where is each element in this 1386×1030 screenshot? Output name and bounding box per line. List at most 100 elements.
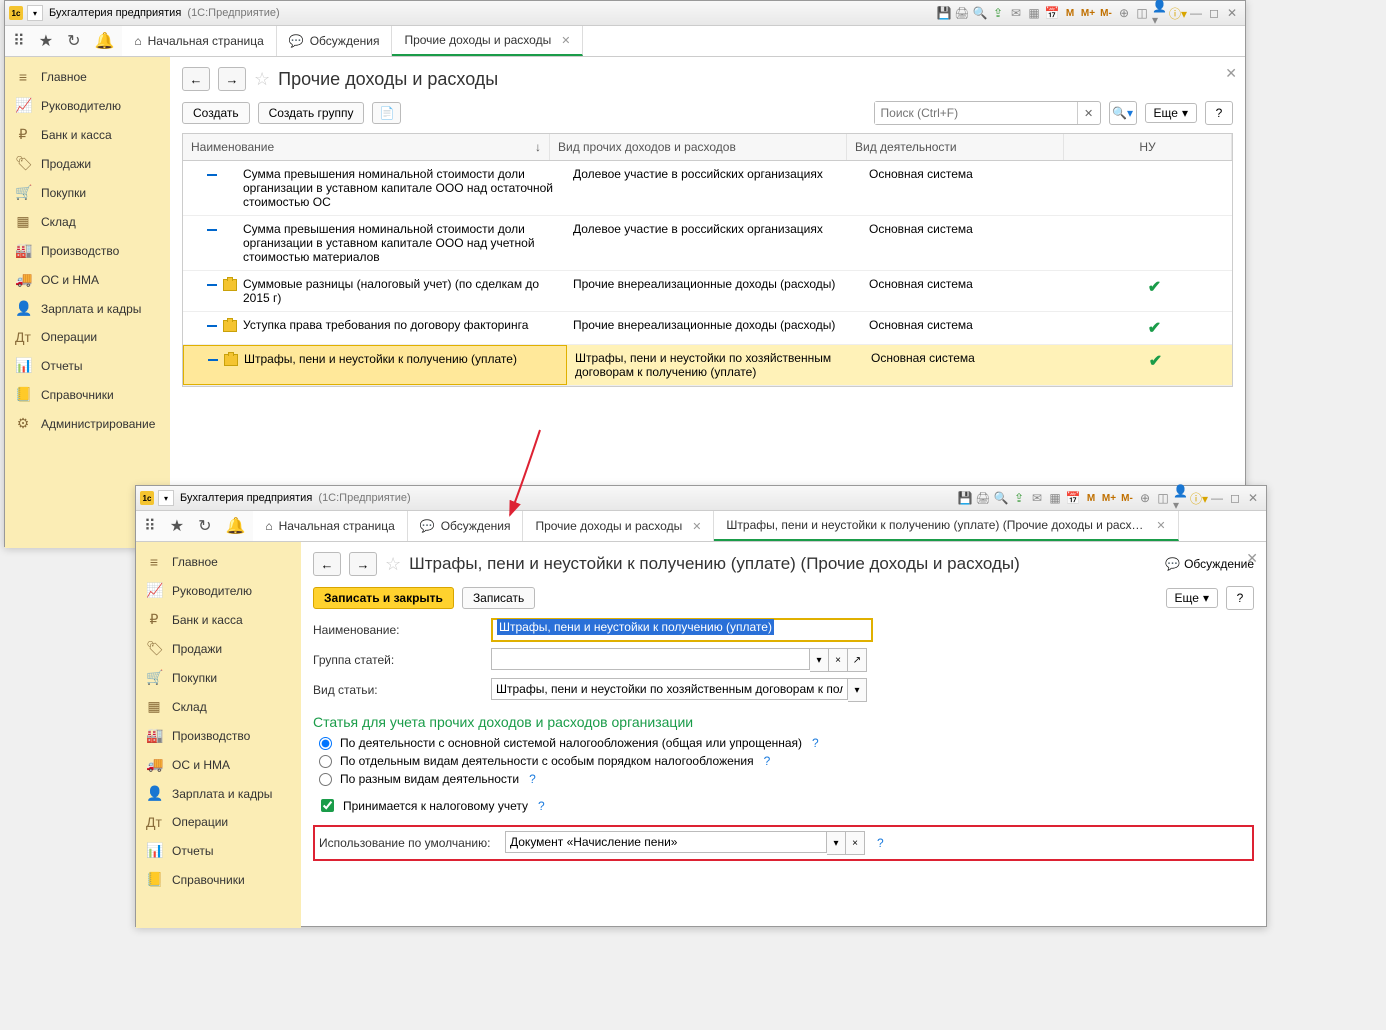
copy-button[interactable]: 📄 — [372, 102, 401, 124]
tab-item[interactable]: Штрафы, пени и неустойки к получению (уп… — [714, 511, 1178, 541]
table-row[interactable]: Уступка права требования по договору фак… — [183, 312, 1232, 345]
name-input[interactable]: Штрафы, пени и неустойки к получению (уп… — [491, 618, 873, 642]
mplus-icon[interactable]: M+ — [1080, 5, 1096, 21]
help-icon[interactable]: ? — [538, 799, 545, 813]
table-row[interactable]: Сумма превышения номинальной стоимости д… — [183, 216, 1232, 271]
open-icon[interactable]: ↗ — [848, 648, 867, 672]
group-input[interactable] — [491, 648, 810, 670]
user-icon[interactable]: 👤▾ — [1173, 490, 1189, 506]
tab-close-icon[interactable]: ✕ — [561, 34, 570, 47]
favorite-star-icon[interactable]: ☆ — [385, 554, 401, 575]
nav-fwd-button[interactable]: → — [349, 552, 377, 576]
sidebar-item[interactable]: 👤Зарплата и кадры — [5, 294, 170, 323]
zoom-icon[interactable]: ⊕ — [1116, 5, 1132, 21]
sidebar-item[interactable]: 🚚ОС и НМА — [5, 265, 170, 294]
apps-icon[interactable]: ⠿ — [144, 516, 156, 536]
minimize-icon[interactable]: — — [1188, 5, 1204, 21]
mminus-icon[interactable]: M- — [1119, 490, 1135, 506]
sidebar-item[interactable]: 🏷Продажи — [5, 149, 170, 178]
m-icon[interactable]: M — [1083, 490, 1099, 506]
mplus-icon[interactable]: M+ — [1101, 490, 1117, 506]
page-close-icon[interactable]: ✕ — [1246, 550, 1258, 567]
sidebar-item[interactable]: 📊Отчеты — [136, 836, 301, 865]
nu-checkbox[interactable] — [321, 799, 334, 812]
tb-icon-msg[interactable]: ✉ — [1029, 490, 1045, 506]
kind-input[interactable] — [491, 678, 848, 700]
clear-icon[interactable]: × — [846, 831, 865, 855]
save-button[interactable]: Записать — [462, 587, 535, 609]
tab-other-income[interactable]: Прочие доходы и расходы ✕ — [392, 26, 583, 56]
sidebar-item[interactable]: 📒Справочники — [136, 865, 301, 894]
tb-icon-grid[interactable]: ▦ — [1026, 5, 1042, 21]
sidebar-item[interactable]: ≡Главное — [5, 63, 170, 91]
sidebar-item[interactable]: ⚙Администрирование — [5, 409, 170, 438]
user-icon[interactable]: 👤▾ — [1152, 5, 1168, 21]
m-icon[interactable]: M — [1062, 5, 1078, 21]
clear-icon[interactable]: × — [829, 648, 848, 672]
search-input[interactable] — [875, 102, 1077, 124]
sidebar-item[interactable]: 📈Руководителю — [136, 576, 301, 605]
save-close-button[interactable]: Записать и закрыть — [313, 587, 454, 609]
tab-list[interactable]: Прочие доходы и расходы ✕ — [523, 511, 714, 541]
table-row[interactable]: Суммовые разницы (налоговый учет) (по сд… — [183, 271, 1232, 312]
sidebar-item[interactable]: 👤Зарплата и кадры — [136, 779, 301, 808]
radio-main[interactable] — [319, 737, 332, 750]
mminus-icon[interactable]: M- — [1098, 5, 1114, 21]
tb-icon-preview[interactable]: 🔍 — [972, 5, 988, 21]
sidebar-item[interactable]: ▦Склад — [5, 207, 170, 236]
table-row[interactable]: Сумма превышения номинальной стоимости д… — [183, 161, 1232, 216]
tab-close-icon[interactable]: ✕ — [1156, 519, 1165, 532]
maximize-icon[interactable]: ◻ — [1206, 5, 1222, 21]
history-icon[interactable]: ↻ — [198, 516, 211, 536]
tb-icon-msg[interactable]: ✉ — [1008, 5, 1024, 21]
calendar-icon[interactable]: 📅 — [1044, 5, 1060, 21]
close-icon[interactable]: ✕ — [1224, 5, 1240, 21]
tb-icon-preview[interactable]: 🔍 — [993, 490, 1009, 506]
panel-icon[interactable]: ◫ — [1134, 5, 1150, 21]
sidebar-item[interactable]: 🏭Производство — [136, 721, 301, 750]
default-input[interactable] — [505, 831, 827, 853]
create-group-button[interactable]: Создать группу — [258, 102, 365, 124]
bell-icon[interactable]: 🔔 — [225, 516, 245, 536]
help-button[interactable]: ? — [1205, 101, 1233, 125]
nav-back-button[interactable]: ← — [313, 552, 341, 576]
info-icon[interactable]: ⓘ▾ — [1170, 5, 1186, 21]
sidebar-item[interactable]: 📊Отчеты — [5, 351, 170, 380]
sidebar-item[interactable]: ₽Банк и касса — [136, 605, 301, 634]
calendar-icon[interactable]: 📅 — [1065, 490, 1081, 506]
star-icon[interactable]: ★ — [170, 516, 184, 536]
help-button[interactable]: ? — [1226, 586, 1254, 610]
more-button[interactable]: Еще▾ — [1166, 588, 1218, 608]
app-menu-dropdown[interactable]: ▾ — [158, 490, 174, 506]
radio-various[interactable] — [319, 773, 332, 786]
app-menu-dropdown[interactable]: ▾ — [27, 5, 43, 21]
sidebar-item[interactable]: 🏭Производство — [5, 236, 170, 265]
page-close-icon[interactable]: ✕ — [1225, 65, 1237, 82]
favorite-star-icon[interactable]: ☆ — [254, 69, 270, 90]
tb-icon-upload[interactable]: ⇪ — [990, 5, 1006, 21]
discuss-link[interactable]: 💬 Обсуждение — [1165, 557, 1254, 571]
sidebar-item[interactable]: ₽Банк и касса — [5, 120, 170, 149]
tab-discuss[interactable]: 💬 Обсуждения — [408, 511, 524, 541]
search-button[interactable]: 🔍▾ — [1109, 101, 1137, 125]
close-icon[interactable]: ✕ — [1245, 490, 1261, 506]
sidebar-item[interactable]: ▦Склад — [136, 692, 301, 721]
search-clear-icon[interactable]: ✕ — [1077, 102, 1100, 124]
info-icon[interactable]: ⓘ▾ — [1191, 490, 1207, 506]
nav-fwd-button[interactable]: → — [218, 67, 246, 91]
tb-icon-print[interactable]: 🖨 — [954, 5, 970, 21]
create-button[interactable]: Создать — [182, 102, 250, 124]
tb-icon-grid[interactable]: ▦ — [1047, 490, 1063, 506]
tb-icon-save[interactable]: 💾 — [936, 5, 952, 21]
sidebar-item[interactable]: ≡Главное — [136, 548, 301, 576]
help-icon[interactable]: ? — [529, 772, 536, 786]
minimize-icon[interactable]: — — [1209, 490, 1225, 506]
history-icon[interactable]: ↻ — [67, 31, 80, 51]
sidebar-item[interactable]: 📈Руководителю — [5, 91, 170, 120]
dropdown-icon[interactable]: ▾ — [848, 678, 867, 702]
col-kind[interactable]: Вид прочих доходов и расходов — [550, 134, 847, 160]
tab-home[interactable]: ⌂ Начальная страница — [253, 511, 407, 541]
tb-icon-print[interactable]: 🖨 — [975, 490, 991, 506]
col-act[interactable]: Вид деятельности — [847, 134, 1064, 160]
star-icon[interactable]: ★ — [39, 31, 53, 51]
